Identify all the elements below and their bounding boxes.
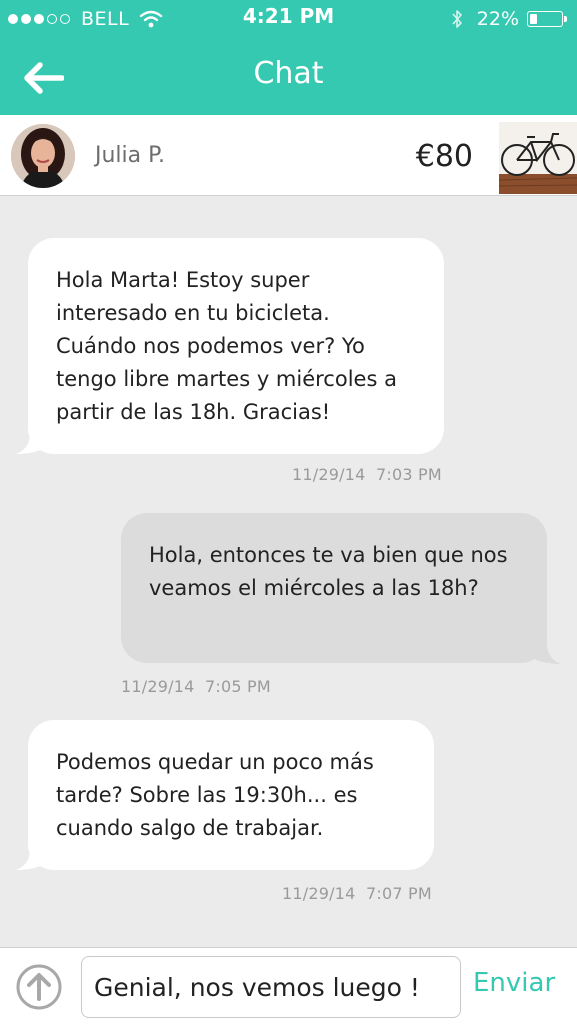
message-bubble-incoming[interactable]: Podemos quedar un poco más tarde? Sobre … [28, 720, 434, 870]
status-bar-right: 22% [451, 6, 567, 32]
message-composer: Enviar [0, 947, 577, 1025]
message-input[interactable] [81, 956, 461, 1018]
bubble-tail [525, 638, 561, 664]
message-timestamp: 11/29/14 7:03 PM [292, 465, 442, 484]
message-text: Hola Marta! Estoy super interesado en tu… [56, 268, 397, 424]
bicycle-icon [499, 122, 577, 194]
item-price: €80 [415, 139, 473, 174]
conversation-header: Julia P. €80 [0, 115, 577, 196]
page-title: Chat [253, 56, 324, 91]
message-text: Podemos quedar un poco más tarde? Sobre … [56, 750, 374, 840]
message-timestamp: 11/29/14 7:07 PM [282, 884, 432, 903]
item-thumbnail[interactable] [499, 122, 577, 194]
send-button[interactable]: Enviar [473, 968, 573, 998]
bubble-tail [16, 428, 52, 454]
battery-icon [527, 11, 567, 27]
bluetooth-icon [451, 9, 463, 29]
attach-button[interactable] [15, 963, 63, 1011]
message-text: Hola, entonces te va bien que nos veamos… [149, 543, 508, 600]
message-bubble-incoming[interactable]: Hola Marta! Estoy super interesado en tu… [28, 238, 444, 454]
battery-percentage: 22% [476, 8, 519, 30]
message-bubble-outgoing[interactable]: Hola, entonces te va bien que nos veamos… [121, 513, 547, 663]
bubble-tail [16, 844, 52, 870]
user-name[interactable]: Julia P. [95, 143, 165, 168]
top-bar: BELL 4:21 PM 22% Chat [0, 0, 577, 115]
avatar[interactable] [11, 124, 75, 188]
upload-arrow-icon [16, 964, 62, 1010]
message-timestamp: 11/29/14 7:05 PM [121, 677, 271, 696]
